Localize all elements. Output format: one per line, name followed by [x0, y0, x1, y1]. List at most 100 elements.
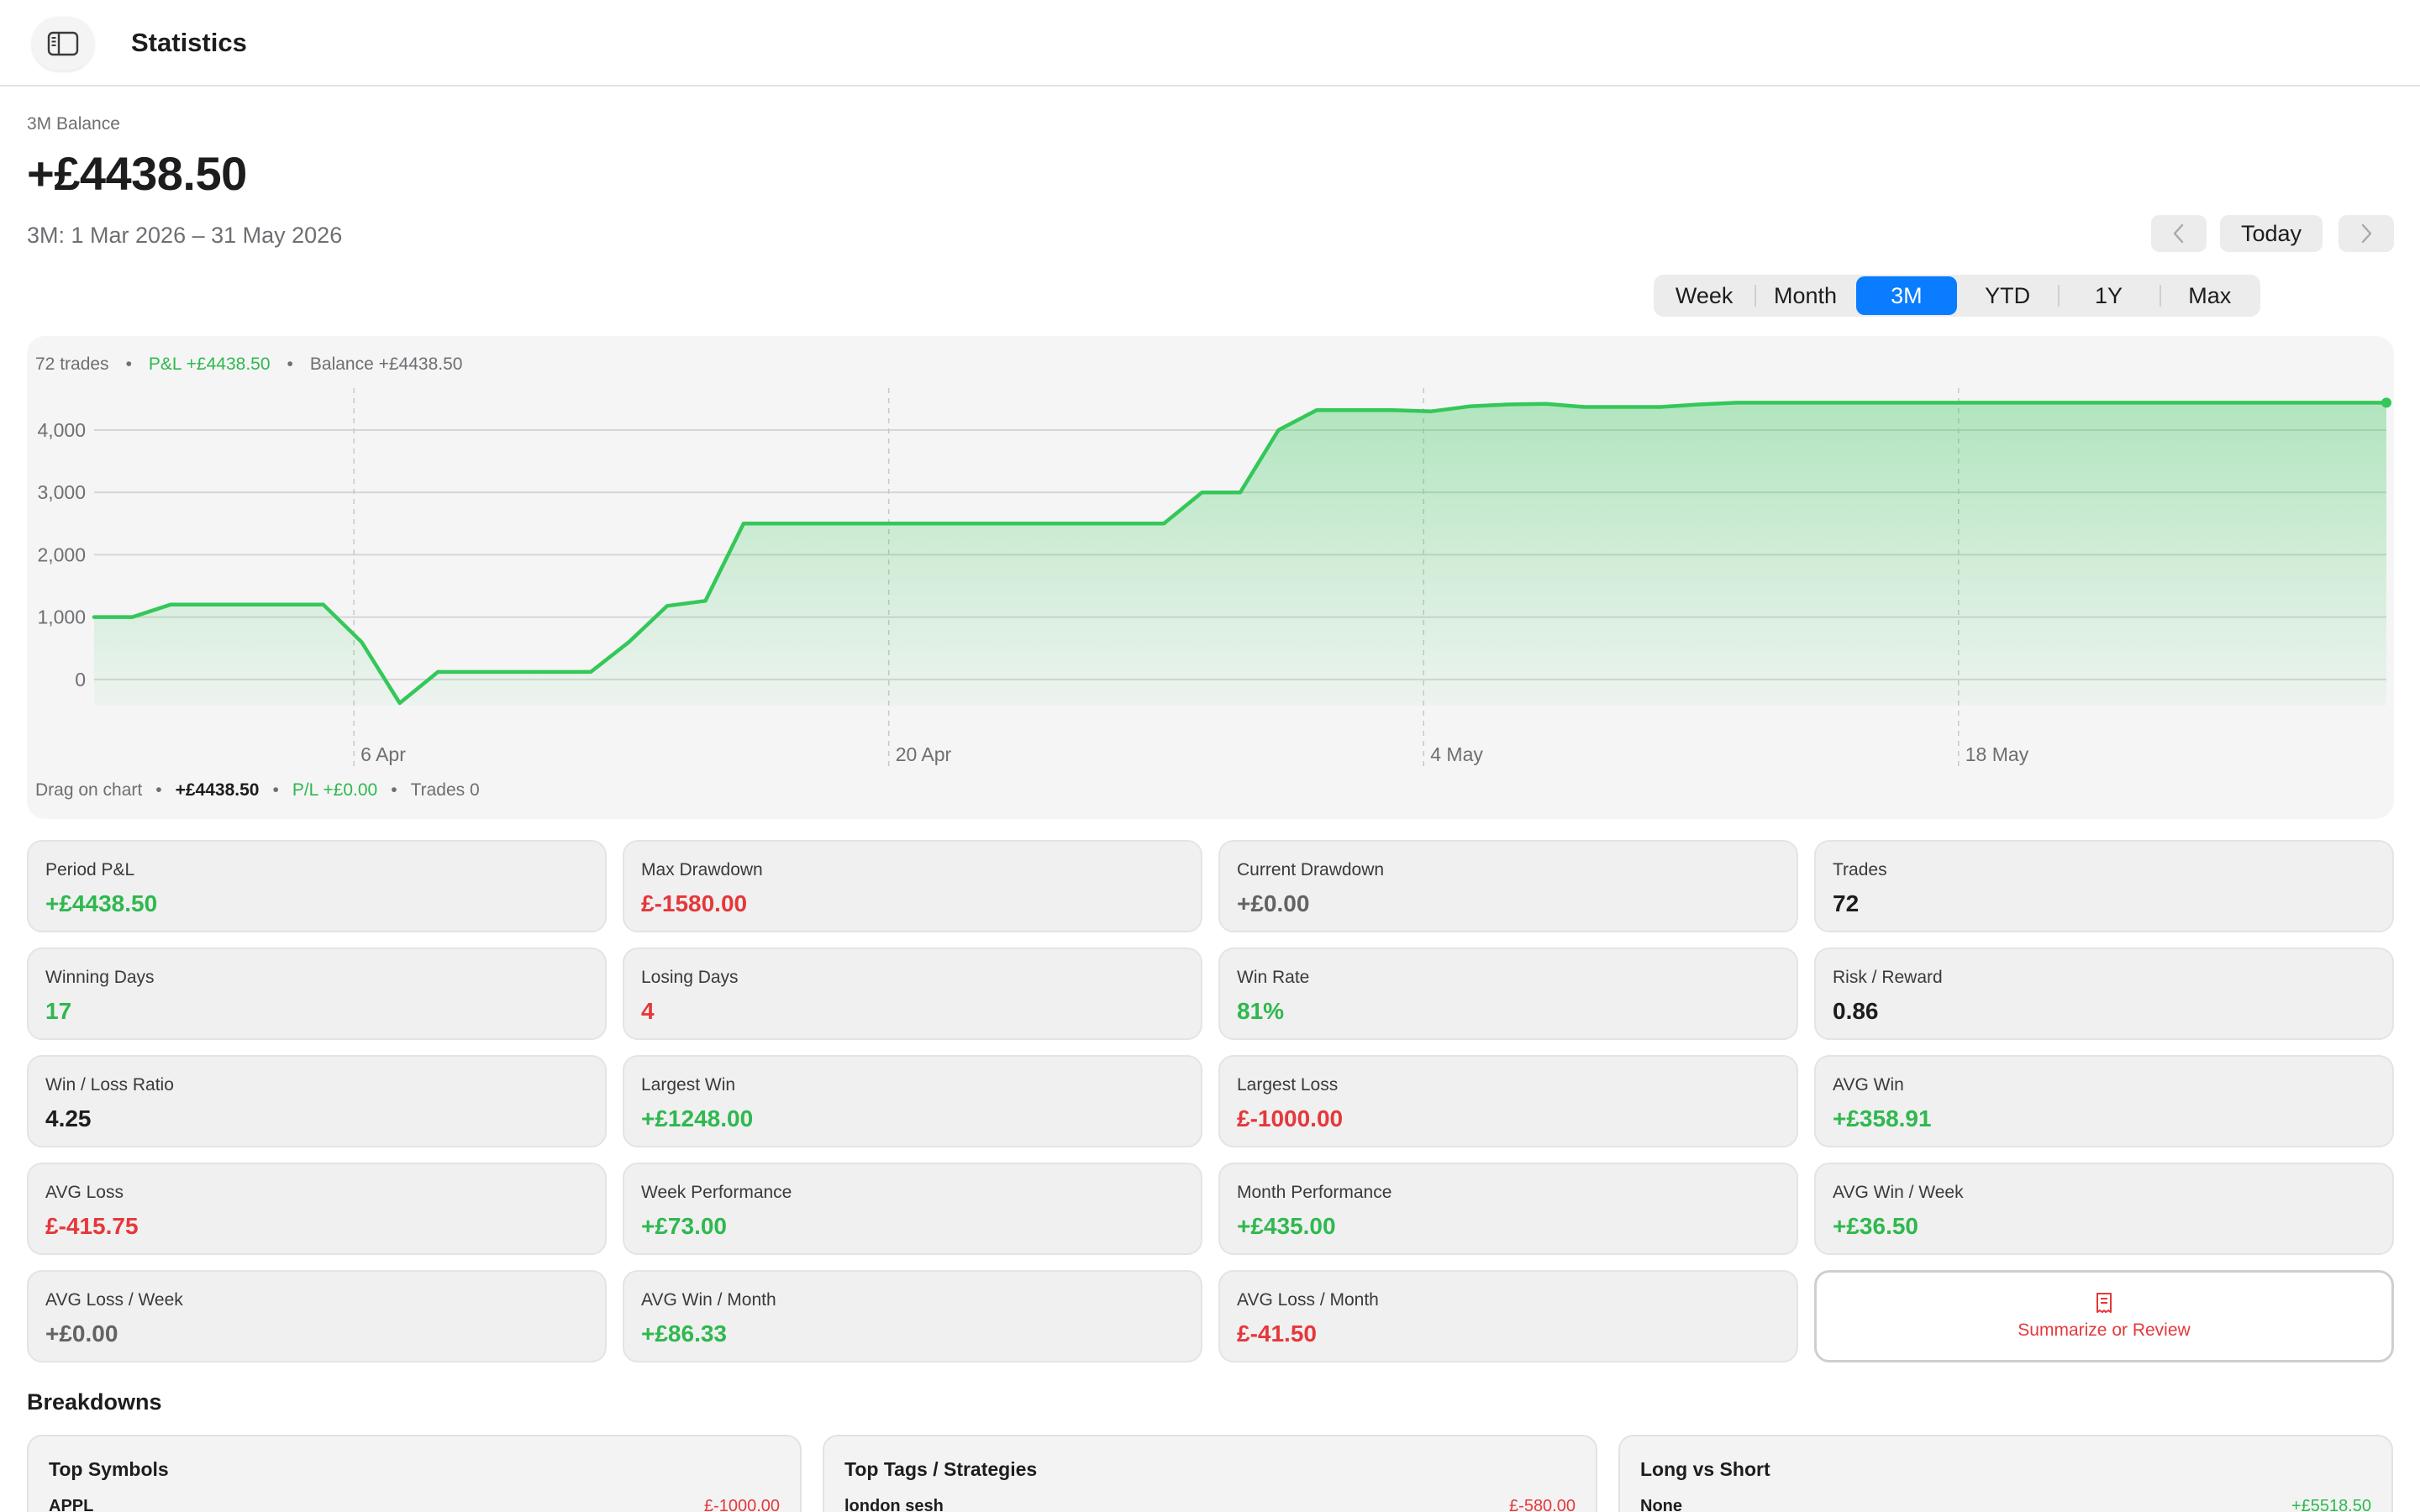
stat-value: 0.86	[1833, 998, 1879, 1024]
y-tick-label: 4,000	[37, 419, 86, 441]
stat-label: Winning Days	[45, 968, 155, 987]
stat-value: +£435.00	[1237, 1213, 1336, 1239]
summarize-review-label: Summarize or Review	[2018, 1320, 2191, 1340]
stat-label: Losing Days	[641, 968, 739, 987]
stat-value: 17	[45, 998, 72, 1024]
range-ytd[interactable]: YTD	[1957, 275, 2058, 317]
stat-value: +£358.91	[1833, 1105, 1932, 1131]
sidebar-toggle-button[interactable]	[32, 17, 94, 71]
summarize-review-button[interactable]: Summarize or Review	[1814, 1270, 2394, 1362]
long-vs-short-panel: Long vs Short None +£5518.50	[1618, 1435, 2393, 1512]
scrub-pl: P/L +£0.00	[292, 780, 378, 800]
stat-card: AVG Win / Week +£36.50	[1814, 1163, 2394, 1255]
stat-value: +£86.33	[641, 1320, 727, 1347]
scrub-trades: Trades 0	[410, 780, 480, 800]
y-tick-label: 3,000	[37, 481, 86, 503]
period-range: 3M: 1 Mar 2026 – 31 May 2026	[27, 223, 343, 248]
stats-grid: Period P&L +£4438.50 Max Drawdown £-1580.0…	[27, 840, 2395, 1362]
stat-label: AVG Win	[1833, 1075, 1904, 1095]
balance-endpoint	[2381, 397, 2391, 408]
chart-scrub-readout: Drag on chart • +£4438.50 • P/L +£0.00 • Trade…	[35, 780, 480, 800]
breakdown-row-value: +£5518.50	[2291, 1497, 2371, 1512]
stat-label: Week Performance	[641, 1183, 792, 1202]
toolbar: Statistics	[0, 0, 2420, 87]
stat-label: Trades	[1833, 860, 1887, 879]
range-3m[interactable]: 3M	[1855, 276, 1957, 315]
stat-label: Max Drawdown	[641, 860, 763, 879]
chevron-right-icon	[2361, 223, 2372, 244]
stat-value: £-1000.00	[1237, 1105, 1344, 1131]
stat-card: Largest Win +£1248.00	[623, 1055, 1202, 1147]
stat-label: AVG Loss / Week	[45, 1290, 183, 1310]
stat-card: Risk / Reward 0.86	[1814, 948, 2394, 1040]
stat-card: Max Drawdown £-1580.00	[623, 840, 1202, 932]
stat-card: Trades 72	[1814, 840, 2394, 932]
stat-card: Current Drawdown +£0.00	[1218, 840, 1798, 932]
x-tick-label: 6 Apr	[360, 743, 406, 765]
stat-label: AVG Loss	[45, 1183, 124, 1202]
stat-label: Win Rate	[1237, 968, 1310, 987]
y-tick-label: 2,000	[37, 543, 86, 565]
stat-value: +£36.50	[1833, 1213, 1918, 1239]
breakdown-row-value: £-580.00	[1509, 1497, 1576, 1512]
y-tick-label: 1,000	[37, 606, 86, 628]
stat-label: Largest Loss	[1237, 1075, 1339, 1095]
breakdown-title: Long vs Short	[1640, 1458, 1770, 1480]
today-button[interactable]: Today	[2220, 215, 2323, 252]
stat-value: 72	[1833, 890, 1860, 916]
stat-label: Month Performance	[1237, 1183, 1392, 1202]
y-tick-label: 0	[75, 669, 86, 690]
breakdown-row-name: london sesh	[844, 1497, 944, 1512]
range-week[interactable]: Week	[1654, 275, 1754, 317]
page-title: Statistics	[131, 28, 247, 57]
stat-label: AVG Win / Week	[1833, 1183, 1964, 1202]
stat-card: Win Rate 81%	[1218, 948, 1798, 1040]
range-1y[interactable]: 1Y	[2058, 275, 2159, 317]
sidebar-icon	[47, 31, 79, 56]
stat-label: Period P&L	[45, 860, 135, 879]
stat-value: +£0.00	[1237, 890, 1310, 916]
stat-card: AVG Loss £-415.75	[27, 1163, 607, 1255]
x-tick-label: 18 May	[1965, 743, 2029, 765]
stat-card: Largest Loss £-1000.00	[1218, 1055, 1798, 1147]
range-segmented-control: Week Month 3M YTD 1Y Max	[1654, 275, 2260, 317]
previous-period-button[interactable]	[2151, 215, 2207, 252]
top-symbols-panel: Top Symbols APPL £-1000.00	[27, 1435, 802, 1512]
stat-card: Losing Days 4	[623, 948, 1202, 1040]
range-max[interactable]: Max	[2159, 275, 2260, 317]
stat-label: Current Drawdown	[1237, 860, 1385, 879]
chevron-left-icon	[2173, 223, 2184, 244]
scrub-hint: Drag on chart	[35, 780, 143, 800]
balance-chart-panel[interactable]: 72 trades • P&L +£4438.50 • Balance +£4438.5…	[27, 336, 2394, 819]
stat-value: £-1580.00	[641, 890, 748, 916]
scrub-value: +£4438.50	[175, 780, 260, 800]
stat-value: +£4438.50	[45, 890, 158, 916]
stat-label: AVG Loss / Month	[1237, 1290, 1379, 1310]
stat-card: Win / Loss Ratio 4.25	[27, 1055, 607, 1147]
breakdown-row-name: APPL	[49, 1497, 94, 1512]
next-period-button[interactable]	[2338, 215, 2394, 252]
stat-card: AVG Win +£358.91	[1814, 1055, 2394, 1147]
stat-card: Period P&L +£4438.50	[27, 840, 607, 932]
breakdown-row-name: None	[1640, 1497, 1682, 1512]
stat-value: +£1248.00	[641, 1105, 754, 1131]
balance-chart[interactable]: 0 1,000 2,000 3,000 4,000 6 Apr 20 Apr 4 May 18 …	[27, 336, 2394, 819]
stat-card: Winning Days 17	[27, 948, 607, 1040]
stat-card: Month Performance +£435.00	[1218, 1163, 1798, 1255]
x-tick-label: 20 Apr	[896, 743, 952, 765]
stat-label: Risk / Reward	[1833, 968, 1943, 987]
stat-value: £-415.75	[45, 1213, 139, 1239]
stat-card: Week Performance +£73.00	[623, 1163, 1202, 1255]
stat-value: +£73.00	[641, 1213, 727, 1239]
balance-value: +£4438.50	[27, 147, 247, 200]
stat-value: 4.25	[45, 1105, 92, 1131]
range-month[interactable]: Month	[1754, 275, 1855, 317]
receipt-icon	[2096, 1293, 2112, 1313]
breakdown-title: Top Tags / Strategies	[844, 1458, 1038, 1480]
stat-label: Largest Win	[641, 1075, 736, 1095]
stat-card: AVG Loss / Month £-41.50	[1218, 1270, 1798, 1362]
breakdowns-heading: Breakdowns	[27, 1389, 162, 1415]
stat-value: +£0.00	[45, 1320, 118, 1347]
stat-value: £-41.50	[1237, 1320, 1317, 1347]
balance-caption: 3M Balance	[27, 114, 120, 134]
